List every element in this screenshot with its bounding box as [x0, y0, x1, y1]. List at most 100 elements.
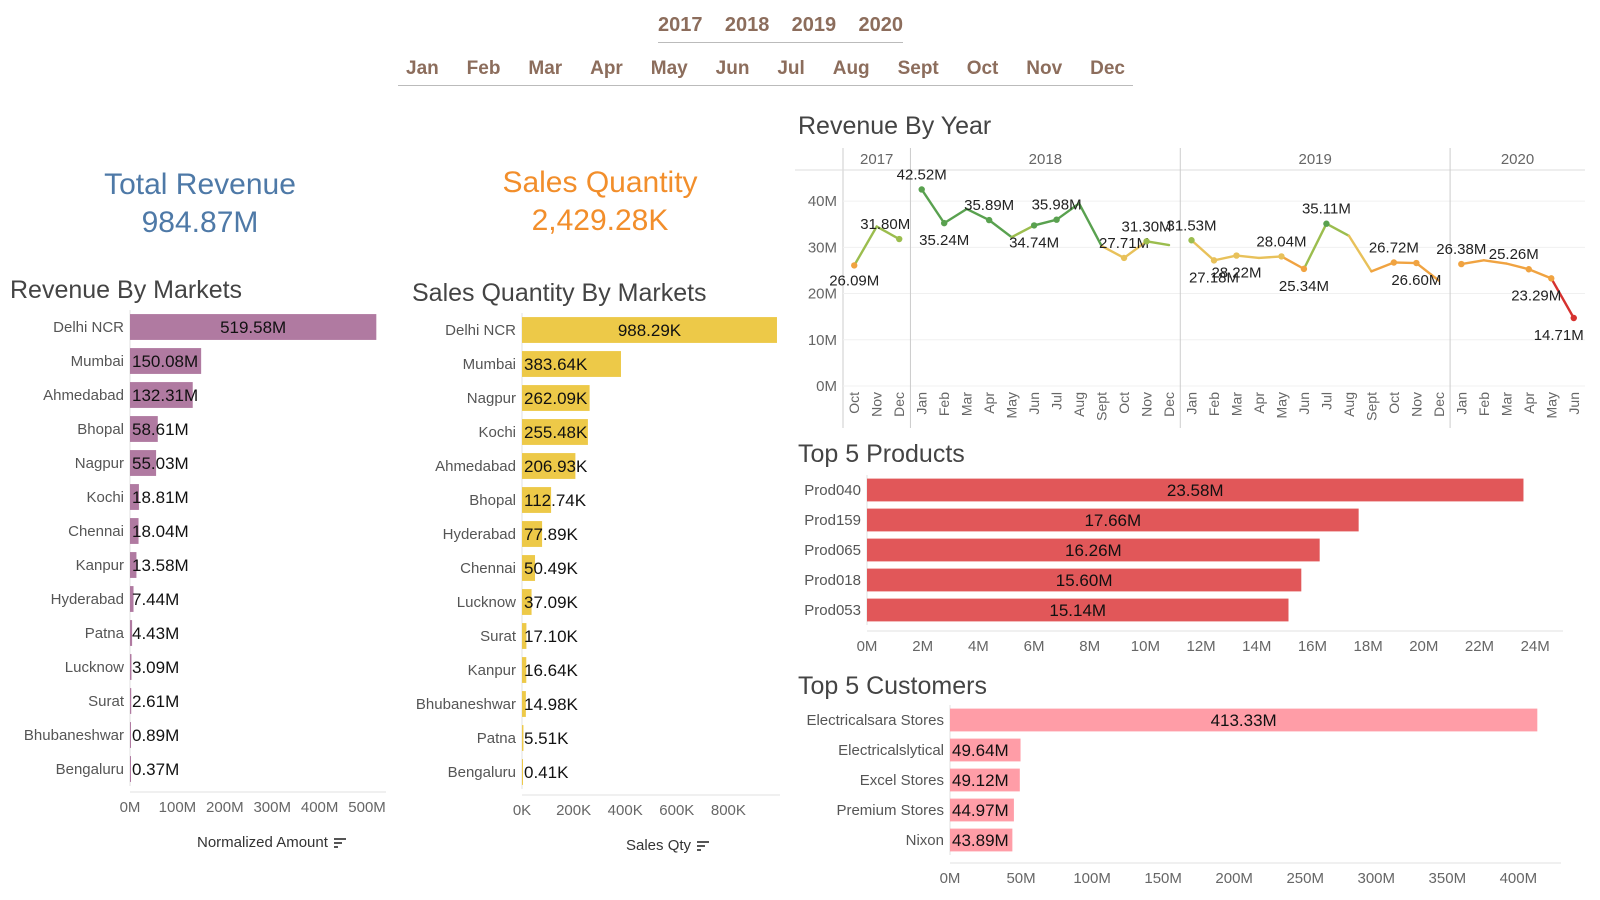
month-filter-aug[interactable]: Aug [833, 58, 870, 85]
month-tick-label: Jun [1296, 392, 1312, 415]
sort-icon[interactable] [333, 838, 346, 849]
data-label: 112.74K [524, 491, 587, 510]
category-label: Hyderabad [443, 526, 516, 543]
month-tick-label: Oct [846, 392, 862, 414]
year-filter-2020[interactable]: 2020 [858, 14, 903, 42]
data-point[interactable] [985, 216, 993, 224]
data-point[interactable] [1458, 260, 1465, 268]
data-label: 37.09K [524, 593, 579, 612]
top-customers-chart: Electricalsara Stores 413.33M Electricalsl… [806, 705, 1561, 887]
month-filter-mar[interactable]: Mar [528, 58, 562, 85]
x-tick-label: 2M [912, 638, 933, 655]
category-label: Bhopal [469, 492, 516, 509]
month-tick-label: Feb [1476, 392, 1492, 416]
data-point[interactable] [896, 235, 903, 243]
data-label: 255.48K [524, 423, 588, 442]
data-label: 206.93K [524, 457, 588, 476]
data-label: 77.89K [524, 525, 579, 544]
data-point[interactable] [1210, 257, 1218, 264]
data-label: 42.52M [897, 166, 947, 183]
month-filter-jun[interactable]: Jun [716, 58, 750, 85]
month-filter-may[interactable]: May [651, 58, 688, 85]
data-point[interactable] [1300, 265, 1308, 273]
x-tick-label: 150M [1144, 870, 1182, 887]
month-filter-oct[interactable]: Oct [967, 58, 999, 85]
data-point[interactable] [1548, 275, 1555, 282]
data-label: 988.29K [618, 321, 682, 340]
data-point[interactable] [1120, 254, 1128, 262]
year-filter-2018[interactable]: 2018 [725, 14, 770, 42]
category-label: Delhi NCR [53, 319, 124, 336]
category-label: Chennai [460, 560, 516, 577]
data-label: 3.09M [132, 658, 179, 677]
year-header: 2017 [860, 151, 893, 168]
month-tick-label: Feb [1206, 392, 1222, 416]
month-filter-jan[interactable]: Jan [406, 58, 439, 85]
month-filter-sept[interactable]: Sept [898, 58, 939, 85]
revenue-by-markets-chart: Delhi NCR 519.58M Mumbai 150.08M Ahmedabad 13… [24, 310, 386, 816]
data-point[interactable] [1030, 222, 1038, 229]
month-filter-apr[interactable]: Apr [590, 58, 623, 85]
month-tick-label: Mar [959, 392, 975, 416]
data-point[interactable] [1233, 252, 1240, 259]
year-filter-2017[interactable]: 2017 [658, 14, 703, 42]
data-point[interactable] [1188, 237, 1195, 244]
data-label: 16.64K [524, 661, 579, 680]
data-label: 50.49K [524, 559, 579, 578]
line-segment [1325, 222, 1351, 237]
line-segment [1505, 262, 1530, 271]
data-label: 31.80M [860, 216, 910, 233]
month-filter-nov[interactable]: Nov [1026, 58, 1062, 85]
bar[interactable] [130, 756, 131, 782]
data-label: 23.29M [1511, 287, 1561, 304]
data-label: 25.34M [1279, 278, 1329, 295]
bar[interactable] [522, 759, 523, 785]
data-point[interactable] [1143, 238, 1150, 245]
kpi-total-revenue-label: Total Revenue [104, 168, 296, 201]
line-segment [1235, 254, 1261, 260]
data-label: 28.04M [1256, 233, 1306, 250]
data-point[interactable] [851, 262, 858, 269]
category-label: Mumbai [463, 356, 516, 373]
category-label: Bhubaneshwar [24, 727, 124, 744]
data-label: 4.43M [132, 624, 179, 643]
month-tick-label: Sept [1094, 392, 1110, 421]
data-point[interactable] [940, 219, 948, 227]
month-tick-label: Nov [1408, 392, 1424, 417]
data-label: 31.53M [1166, 217, 1216, 234]
data-label: 31.30M [1122, 218, 1172, 235]
month-tick-label: Aug [1071, 392, 1087, 417]
x-tick-label: 100M [159, 799, 197, 816]
data-point[interactable] [1390, 259, 1398, 266]
year-header: 2019 [1298, 151, 1331, 168]
data-label: 43.89M [952, 831, 1009, 850]
category-label: Surat [480, 628, 517, 645]
x-tick-label: 50M [1006, 870, 1035, 887]
line-segment [1392, 261, 1418, 265]
data-point[interactable] [1570, 314, 1577, 322]
x-tick-label: 10M [1131, 638, 1160, 655]
x-tick-label: 800K [711, 802, 746, 819]
year-filter: 2017 2018 2019 2020 [658, 14, 903, 43]
month-filter-jul[interactable]: Jul [777, 58, 804, 85]
category-label: Ahmedabad [43, 387, 124, 404]
data-label: 49.64M [952, 741, 1009, 760]
data-label: 5.51K [524, 729, 569, 748]
data-point[interactable] [1525, 266, 1532, 273]
data-point[interactable] [1278, 253, 1285, 260]
x-tick-label: 14M [1242, 638, 1271, 655]
data-label: 26.38M [1436, 241, 1486, 258]
month-filter-feb[interactable]: Feb [467, 58, 501, 85]
data-point[interactable] [1323, 220, 1330, 227]
data-label: 34.74M [1009, 234, 1059, 251]
data-label: 35.89M [964, 197, 1014, 214]
data-point[interactable] [1053, 216, 1060, 223]
data-point[interactable] [1413, 259, 1420, 267]
sort-icon[interactable] [697, 841, 710, 852]
bar[interactable] [130, 722, 131, 748]
data-point[interactable] [918, 186, 925, 193]
year-filter-2019[interactable]: 2019 [792, 14, 837, 42]
y-tick-label: 0M [816, 378, 837, 395]
month-filter-dec[interactable]: Dec [1090, 58, 1125, 85]
month-tick-label: Apr [981, 392, 997, 414]
